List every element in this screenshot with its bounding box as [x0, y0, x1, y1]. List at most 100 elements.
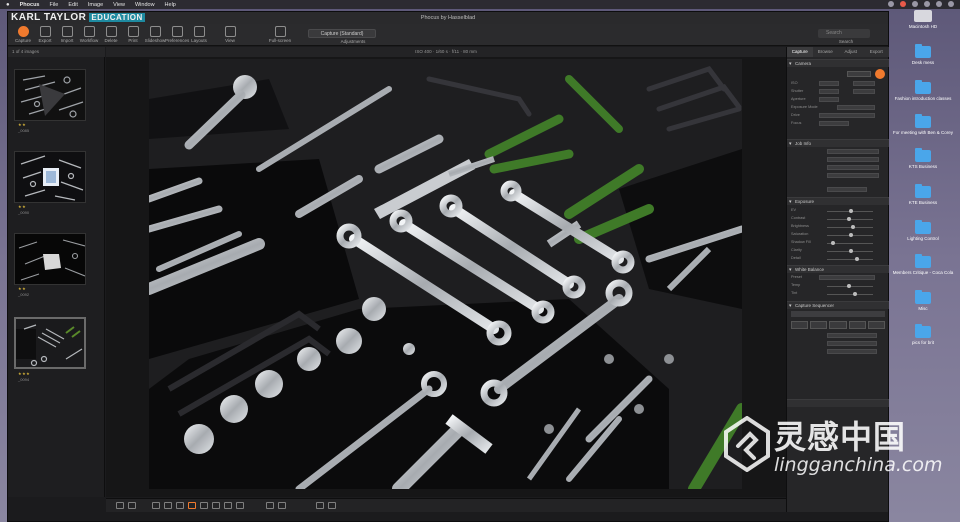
folder-icon — [915, 254, 931, 268]
crop-icon[interactable] — [152, 502, 160, 509]
slider-temp[interactable]: Temp — [791, 283, 885, 289]
slider-contrast[interactable]: Contrast — [791, 216, 885, 222]
live-view-toggle[interactable] — [847, 71, 871, 77]
view-button[interactable]: View — [218, 26, 242, 43]
thumbnail-0090[interactable] — [14, 151, 86, 203]
section-job-info[interactable]: Job Info — [787, 139, 889, 148]
job-field-2[interactable] — [827, 157, 879, 162]
menu-file[interactable]: File — [50, 2, 59, 8]
sequencer-button[interactable] — [810, 321, 828, 329]
tab-export[interactable]: Export — [864, 47, 890, 57]
iso-field-b[interactable] — [853, 81, 875, 86]
desktop-folder-lighting[interactable]: Lighting Control — [888, 220, 958, 241]
tab-capture[interactable]: Capture — [787, 47, 813, 57]
sequencer-mode-bar[interactable] — [791, 311, 885, 317]
capture-shutter-button[interactable] — [875, 69, 885, 79]
grid-icon[interactable] — [266, 502, 274, 509]
overlay-icon[interactable] — [278, 502, 286, 509]
brush-icon[interactable] — [200, 502, 208, 509]
iso-field[interactable] — [819, 81, 839, 86]
capture-button[interactable]: Capture — [11, 26, 35, 43]
job-field-3[interactable] — [827, 165, 879, 170]
delete-button[interactable]: Delete — [99, 26, 123, 43]
preferences-button[interactable]: Preferences — [165, 26, 189, 43]
shutter-field-b[interactable] — [853, 89, 875, 94]
job-field-5[interactable] — [827, 187, 867, 192]
job-field-1[interactable] — [827, 149, 879, 154]
thumbnail-0094-selected[interactable] — [14, 317, 86, 369]
desktop-folder-misc[interactable]: Misc — [888, 290, 958, 311]
main-photo-tools[interactable] — [149, 59, 742, 489]
wifi-icon[interactable] — [912, 1, 918, 7]
sequencer-field-2[interactable] — [827, 341, 877, 346]
section-white-balance[interactable]: White Balance — [787, 265, 889, 274]
drive-field[interactable] — [819, 113, 875, 118]
slideshow-button[interactable]: Slideshow — [143, 26, 167, 43]
sequencer-button[interactable] — [829, 321, 847, 329]
section-capture-sequencer[interactable]: Capture Sequencer — [787, 301, 889, 310]
compare-view-icon[interactable] — [128, 502, 136, 509]
mask-icon[interactable] — [224, 502, 232, 509]
hand-tool-icon[interactable] — [188, 502, 196, 509]
volume-icon[interactable] — [924, 1, 930, 7]
desktop-folder-fashion[interactable]: Fashion introduction classes — [888, 80, 958, 101]
battery-icon[interactable] — [936, 1, 942, 7]
loupe-icon[interactable] — [212, 502, 220, 509]
sequencer-button[interactable] — [867, 321, 886, 329]
layouts-button[interactable]: Layouts — [187, 26, 211, 43]
import-button[interactable]: Import — [55, 26, 79, 43]
capture-style-select[interactable]: Capture (Standard) — [308, 29, 376, 38]
slider-detail[interactable]: Detail — [791, 256, 885, 262]
tab-adjust[interactable]: Adjust — [838, 47, 864, 57]
sequencer-field-1[interactable] — [827, 333, 877, 338]
thumbnail-0092[interactable] — [14, 233, 86, 285]
desktop-folder-pics[interactable]: pics for brit — [888, 324, 958, 345]
menu-help[interactable]: Help — [165, 2, 176, 8]
single-view-icon[interactable] — [116, 502, 124, 509]
sequencer-button[interactable] — [848, 321, 866, 329]
slider-shadow-fill[interactable]: Shadow Fill — [791, 240, 885, 246]
status-icon[interactable] — [888, 1, 894, 7]
slider-ev[interactable]: EV — [791, 208, 885, 214]
picker-icon[interactable] — [176, 502, 184, 509]
spotlight-icon[interactable] — [948, 1, 954, 7]
apple-icon[interactable]: ● — [6, 2, 10, 8]
export-button[interactable]: Export — [33, 26, 57, 43]
menu-view[interactable]: View — [113, 2, 125, 8]
print-button[interactable]: Print — [121, 26, 145, 43]
thumbnail-0085[interactable] — [14, 69, 86, 121]
menu-window[interactable]: Window — [135, 2, 155, 8]
menu-app-name[interactable]: Phocus — [20, 2, 40, 8]
slider-clarity[interactable]: Clarity — [791, 248, 885, 254]
fullscreen-button[interactable]: Full-screen — [263, 26, 297, 43]
section-camera[interactable]: Camera — [787, 59, 889, 68]
search-input[interactable]: Search — [818, 29, 870, 38]
slider-brightness[interactable]: Brightness — [791, 224, 885, 230]
desktop-folder-critique[interactable]: Members Critique - Coca Cola — [888, 254, 958, 275]
menu-image[interactable]: Image — [88, 2, 103, 8]
straighten-icon[interactable] — [164, 502, 172, 509]
tab-browse[interactable]: Browse — [813, 47, 839, 57]
desktop-folder-kte[interactable]: KTE Business — [888, 184, 958, 205]
play-icon[interactable] — [328, 502, 336, 509]
wb-preset-select[interactable] — [819, 275, 875, 280]
desktop-folder-desk-mess[interactable]: Desk mess — [888, 44, 958, 65]
record-icon[interactable] — [900, 1, 906, 7]
rotate-icon[interactable] — [236, 502, 244, 509]
slider-tint[interactable]: Tint — [791, 291, 885, 297]
job-field-4[interactable] — [827, 173, 879, 178]
exposure-mode-field[interactable] — [837, 105, 875, 110]
slider-saturation[interactable]: Saturation — [791, 232, 885, 238]
focus-field[interactable] — [819, 121, 849, 126]
desktop-folder-meeting[interactable]: For meeting with Ben & Corey — [888, 114, 958, 135]
menu-edit[interactable]: Edit — [68, 2, 77, 8]
desktop-folder-kts[interactable]: KTS Business — [888, 148, 958, 169]
sequencer-field-3[interactable] — [827, 349, 877, 354]
desktop-icon-macintosh-hd[interactable]: Macintosh HD — [888, 10, 958, 29]
sequencer-button[interactable] — [791, 321, 809, 329]
shutter-field[interactable] — [819, 89, 839, 94]
zoom-icon[interactable] — [316, 502, 324, 509]
workflow-button[interactable]: Workflow — [77, 26, 101, 43]
aperture-field[interactable] — [819, 97, 839, 102]
section-exposure[interactable]: Exposure — [787, 197, 889, 206]
